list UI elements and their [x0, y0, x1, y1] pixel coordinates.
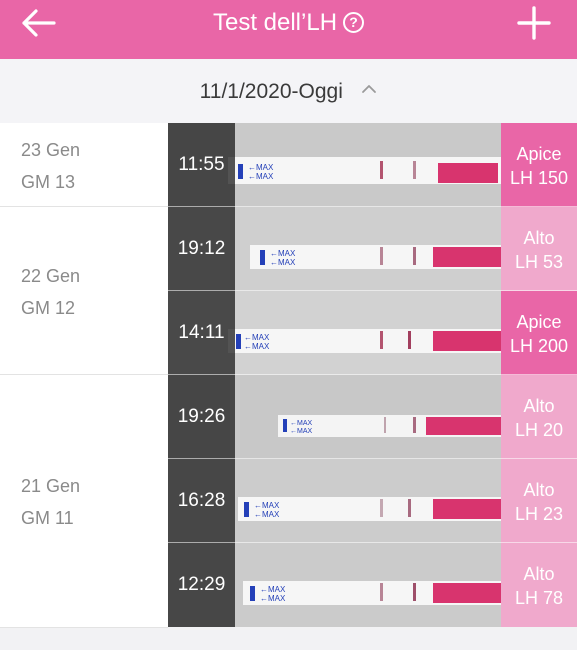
- day-group-label: 21 Gen GM 11: [0, 375, 168, 628]
- svg-text:←MAX: ←MAX: [260, 585, 286, 594]
- test-time: 11:55: [178, 154, 225, 175]
- svg-text:←MAX: ←MAX: [270, 249, 296, 258]
- svg-text:←MAX: ←MAX: [248, 163, 274, 172]
- svg-text:←MAX: ←MAX: [290, 420, 313, 427]
- result-value: LH 53: [514, 252, 564, 272]
- result-value: LH 150: [509, 168, 569, 188]
- result-badge: Alto LH 78: [501, 543, 577, 627]
- day-date: 22 Gen: [21, 266, 81, 286]
- cycle-day: GM 11: [21, 508, 74, 528]
- svg-text:←MAX: ←MAX: [244, 342, 270, 351]
- result-level: Alto: [523, 396, 555, 416]
- test-row[interactable]: ←MAX ←MAX 11:55 Apice LH 150: [168, 123, 577, 207]
- svg-text:←MAX: ←MAX: [270, 258, 296, 267]
- svg-text:←MAX: ←MAX: [290, 428, 313, 435]
- result-level: Alto: [523, 228, 555, 248]
- result-value: LH 200: [509, 336, 569, 356]
- test-row[interactable]: ←MAX ←MAX 19:12 Alto LH 53: [168, 207, 577, 291]
- result-badge: Alto LH 53: [501, 207, 577, 291]
- test-row[interactable]: ←MAX ←MAX 16:28 Alto LH 23: [168, 459, 577, 543]
- result-value: LH 78: [514, 588, 564, 608]
- test-time: 14:11: [178, 322, 225, 343]
- date-range-selector[interactable]: 11/1/2020-Oggi: [0, 59, 577, 123]
- test-row[interactable]: ←MAX ←MAX 12:29 Alto LH 78: [168, 543, 577, 627]
- day-date: 23 Gen: [21, 140, 81, 160]
- page-title: Test dell’LH: [212, 9, 338, 36]
- cycle-day: GM 12: [21, 298, 76, 318]
- day-date: 21 Gen: [21, 476, 81, 496]
- test-time: 16:28: [177, 490, 226, 511]
- result-level: Alto: [523, 480, 555, 500]
- result-badge: Alto LH 20: [501, 375, 577, 459]
- svg-text:←MAX: ←MAX: [254, 510, 280, 519]
- date-range-label: 11/1/2020-Oggi: [199, 80, 343, 103]
- svg-text:←MAX: ←MAX: [244, 333, 270, 342]
- page-title-wrap: Test dell’LH?: [0, 9, 577, 37]
- test-row[interactable]: ←MAX ←MAX 19:26 Alto LH 20: [168, 375, 577, 459]
- result-level: Apice: [516, 144, 562, 164]
- test-row[interactable]: ←MAX ←MAX 14:11 Apice LH 200: [168, 291, 577, 375]
- result-level: Apice: [516, 312, 562, 332]
- result-badge: Alto LH 23: [501, 459, 577, 543]
- cycle-day: GM 13: [21, 172, 76, 192]
- result-value: LH 23: [514, 504, 564, 524]
- test-time: 19:12: [177, 238, 226, 259]
- result-level: Alto: [523, 564, 555, 584]
- app-header: Test dell’LH?: [0, 0, 577, 59]
- svg-text:←MAX: ←MAX: [260, 594, 286, 603]
- chevron-up-icon: [362, 85, 377, 93]
- question-circle-icon[interactable]: ?: [343, 12, 365, 33]
- test-time: 19:26: [177, 406, 226, 427]
- svg-text:←MAX: ←MAX: [254, 501, 280, 510]
- add-test-button[interactable]: [515, 6, 553, 40]
- test-time: 12:29: [177, 574, 226, 595]
- day-group-label: 23 Gen GM 13: [0, 123, 168, 207]
- day-group-label: 22 Gen GM 12: [0, 207, 168, 375]
- result-badge: Apice LH 200: [501, 291, 577, 375]
- result-badge: Apice LH 150: [501, 123, 577, 207]
- plus-icon: [517, 6, 551, 40]
- svg-text:←MAX: ←MAX: [248, 172, 274, 181]
- result-value: LH 20: [514, 420, 564, 440]
